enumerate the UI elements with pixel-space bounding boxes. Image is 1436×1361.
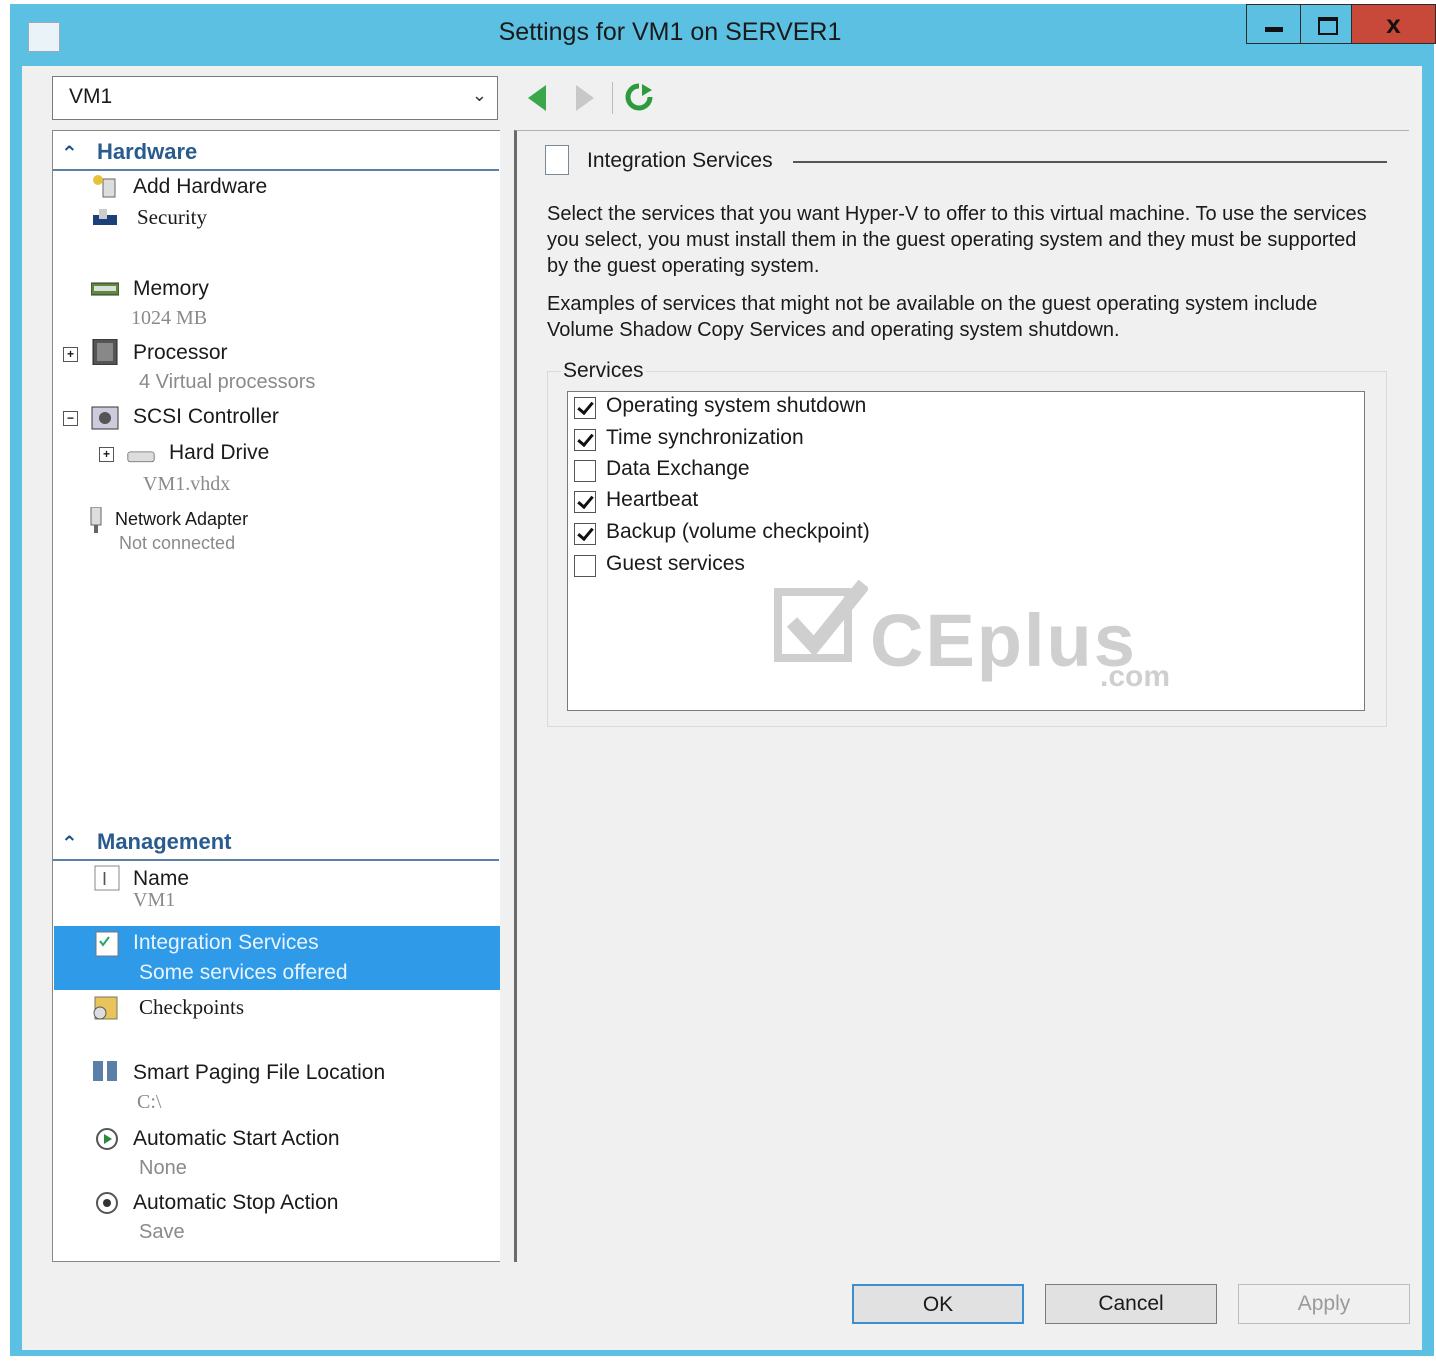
detail-panel: Integration Services Select the services… bbox=[514, 130, 1409, 1262]
security-shield-icon bbox=[93, 209, 117, 225]
tree-item-scsi-controller[interactable]: SCSI Controller bbox=[133, 405, 279, 429]
hardware-section-title: Hardware bbox=[97, 139, 198, 164]
hard-drive-icon bbox=[127, 451, 155, 463]
tree-item-smart-paging[interactable]: Smart Paging File Location bbox=[133, 1061, 385, 1085]
service-checkbox[interactable] bbox=[574, 429, 596, 451]
management-section-title: Management bbox=[97, 829, 232, 854]
maximize-button[interactable] bbox=[1300, 4, 1352, 44]
tree-item-add-hardware[interactable]: Add Hardware bbox=[133, 175, 267, 199]
hard-drive-value: VM1.vhdx bbox=[143, 473, 231, 495]
service-checkbox[interactable] bbox=[574, 397, 596, 419]
vm-select-value: VM1 bbox=[69, 85, 113, 108]
expand-processor-icon[interactable]: + bbox=[63, 347, 78, 362]
name-icon: I bbox=[94, 865, 120, 891]
service-label: Data Exchange bbox=[606, 457, 750, 480]
management-section-header[interactable]: ⌃ Management bbox=[53, 827, 499, 861]
tree-item-processor[interactable]: Processor bbox=[133, 341, 228, 365]
service-checkbox[interactable] bbox=[574, 523, 596, 545]
svg-text:I: I bbox=[102, 869, 107, 889]
service-checkbox[interactable] bbox=[574, 460, 596, 482]
service-label: Time synchronization bbox=[606, 426, 804, 449]
stop-action-icon bbox=[96, 1192, 118, 1214]
network-adapter-icon bbox=[90, 507, 102, 533]
smart-paging-value: C:\ bbox=[137, 1091, 162, 1113]
chevron-down-icon: ⌄ bbox=[471, 85, 487, 105]
integration-services-value: Some services offered bbox=[139, 961, 348, 984]
service-label: Guest services bbox=[606, 552, 745, 575]
tree-item-name[interactable]: Name bbox=[133, 867, 189, 891]
network-adapter-value: Not connected bbox=[119, 533, 236, 553]
window-title: Settings for VM1 on SERVER1 bbox=[498, 18, 842, 46]
name-value: VM1 bbox=[133, 889, 176, 911]
collapse-chevron-icon: ⌃ bbox=[61, 833, 78, 855]
tree-item-memory[interactable]: Memory bbox=[133, 277, 209, 301]
tree-item-network-adapter[interactable]: Network Adapter bbox=[115, 509, 248, 530]
tree-item-checkpoints[interactable]: Checkpoints bbox=[139, 995, 244, 1020]
toolbar-separator bbox=[612, 82, 613, 114]
watermark-check-icon bbox=[774, 579, 868, 662]
service-checkbox[interactable] bbox=[574, 491, 596, 513]
service-label: Operating system shutdown bbox=[606, 394, 867, 417]
vm-select-dropdown[interactable]: VM1 ⌄ bbox=[52, 76, 498, 120]
checkpoints-icon bbox=[93, 996, 118, 1020]
add-hardware-icon bbox=[93, 175, 116, 198]
watermark-text: CEplus bbox=[870, 599, 1137, 682]
collapse-scsi-icon[interactable]: − bbox=[63, 411, 78, 426]
service-label: Backup (volume checkpoint) bbox=[606, 520, 870, 543]
collapse-chevron-icon: ⌃ bbox=[61, 143, 78, 165]
services-group-label: Services bbox=[561, 359, 646, 383]
tree-item-hard-drive[interactable]: Hard Drive bbox=[169, 441, 269, 465]
forward-arrow-icon[interactable] bbox=[576, 85, 594, 111]
apply-button[interactable]: Apply bbox=[1238, 1284, 1410, 1324]
title-divider bbox=[793, 161, 1387, 163]
processor-icon bbox=[92, 339, 118, 365]
tree-item-integration-services[interactable]: Integration Services bbox=[133, 931, 319, 955]
settings-tree-panel: ⌃ Hardware Add Hardware Security Memory … bbox=[52, 130, 500, 1262]
close-button[interactable]: x bbox=[1352, 4, 1436, 44]
tree-item-security[interactable]: Security bbox=[137, 205, 207, 230]
service-label: Heartbeat bbox=[606, 488, 699, 511]
integration-services-icon bbox=[545, 145, 569, 175]
tree-item-automatic-start-action[interactable]: Automatic Start Action bbox=[133, 1127, 340, 1151]
description-paragraph-1: Select the services that you want Hyper-… bbox=[547, 203, 1367, 277]
tree-item-automatic-stop-action[interactable]: Automatic Stop Action bbox=[133, 1191, 338, 1215]
close-icon: x bbox=[1386, 9, 1401, 39]
service-checkbox[interactable] bbox=[574, 555, 596, 577]
memory-value: 1024 MB bbox=[131, 307, 208, 329]
start-action-icon bbox=[96, 1128, 118, 1150]
automatic-start-action-value: None bbox=[139, 1157, 187, 1179]
back-arrow-icon[interactable] bbox=[528, 85, 546, 111]
watermark-suffix: .com bbox=[1100, 660, 1171, 693]
watermark-logo: CEplus .com bbox=[770, 568, 1190, 693]
minimize-button[interactable] bbox=[1246, 4, 1300, 44]
refresh-icon[interactable] bbox=[624, 82, 654, 112]
scsi-controller-icon bbox=[91, 406, 119, 430]
ok-button[interactable]: OK bbox=[852, 1284, 1024, 1324]
hardware-section-header[interactable]: ⌃ Hardware bbox=[53, 137, 499, 171]
cancel-button[interactable]: Cancel bbox=[1045, 1284, 1217, 1324]
detail-title: Integration Services bbox=[587, 149, 773, 172]
smart-paging-icon bbox=[93, 1061, 117, 1081]
automatic-stop-action-value: Save bbox=[139, 1221, 185, 1243]
memory-icon bbox=[91, 282, 119, 296]
processor-value: 4 Virtual processors bbox=[139, 371, 316, 393]
integration-services-icon bbox=[95, 931, 119, 957]
description-paragraph-2: Examples of services that might not be a… bbox=[547, 293, 1318, 341]
expand-hard-drive-icon[interactable]: + bbox=[99, 447, 114, 462]
